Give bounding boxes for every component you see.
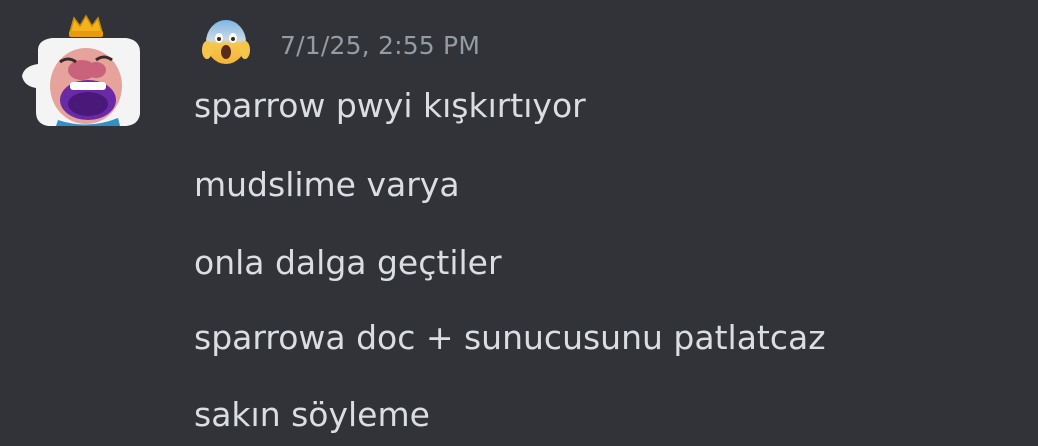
- message-header: 7/1/25, 2:55 PM: [200, 14, 480, 70]
- message-line: sparrowa doc + sunucusunu patlatcaz: [194, 318, 826, 357]
- message-line: mudslime varya: [194, 165, 460, 204]
- message-line: sparrow pwyi kışkırtıyor: [194, 86, 586, 125]
- avatar[interactable]: [8, 12, 142, 130]
- chat-message: 7/1/25, 2:55 PM sparrow pwyi kışkırtıyor…: [0, 0, 1038, 446]
- crown-icon: [69, 14, 103, 37]
- message-timestamp: 7/1/25, 2:55 PM: [280, 30, 481, 60]
- face-screaming-in-fear-icon[interactable]: [200, 16, 252, 68]
- message-line: onla dalga geçtiler: [194, 243, 502, 282]
- message-line: sakın söyleme: [194, 395, 430, 434]
